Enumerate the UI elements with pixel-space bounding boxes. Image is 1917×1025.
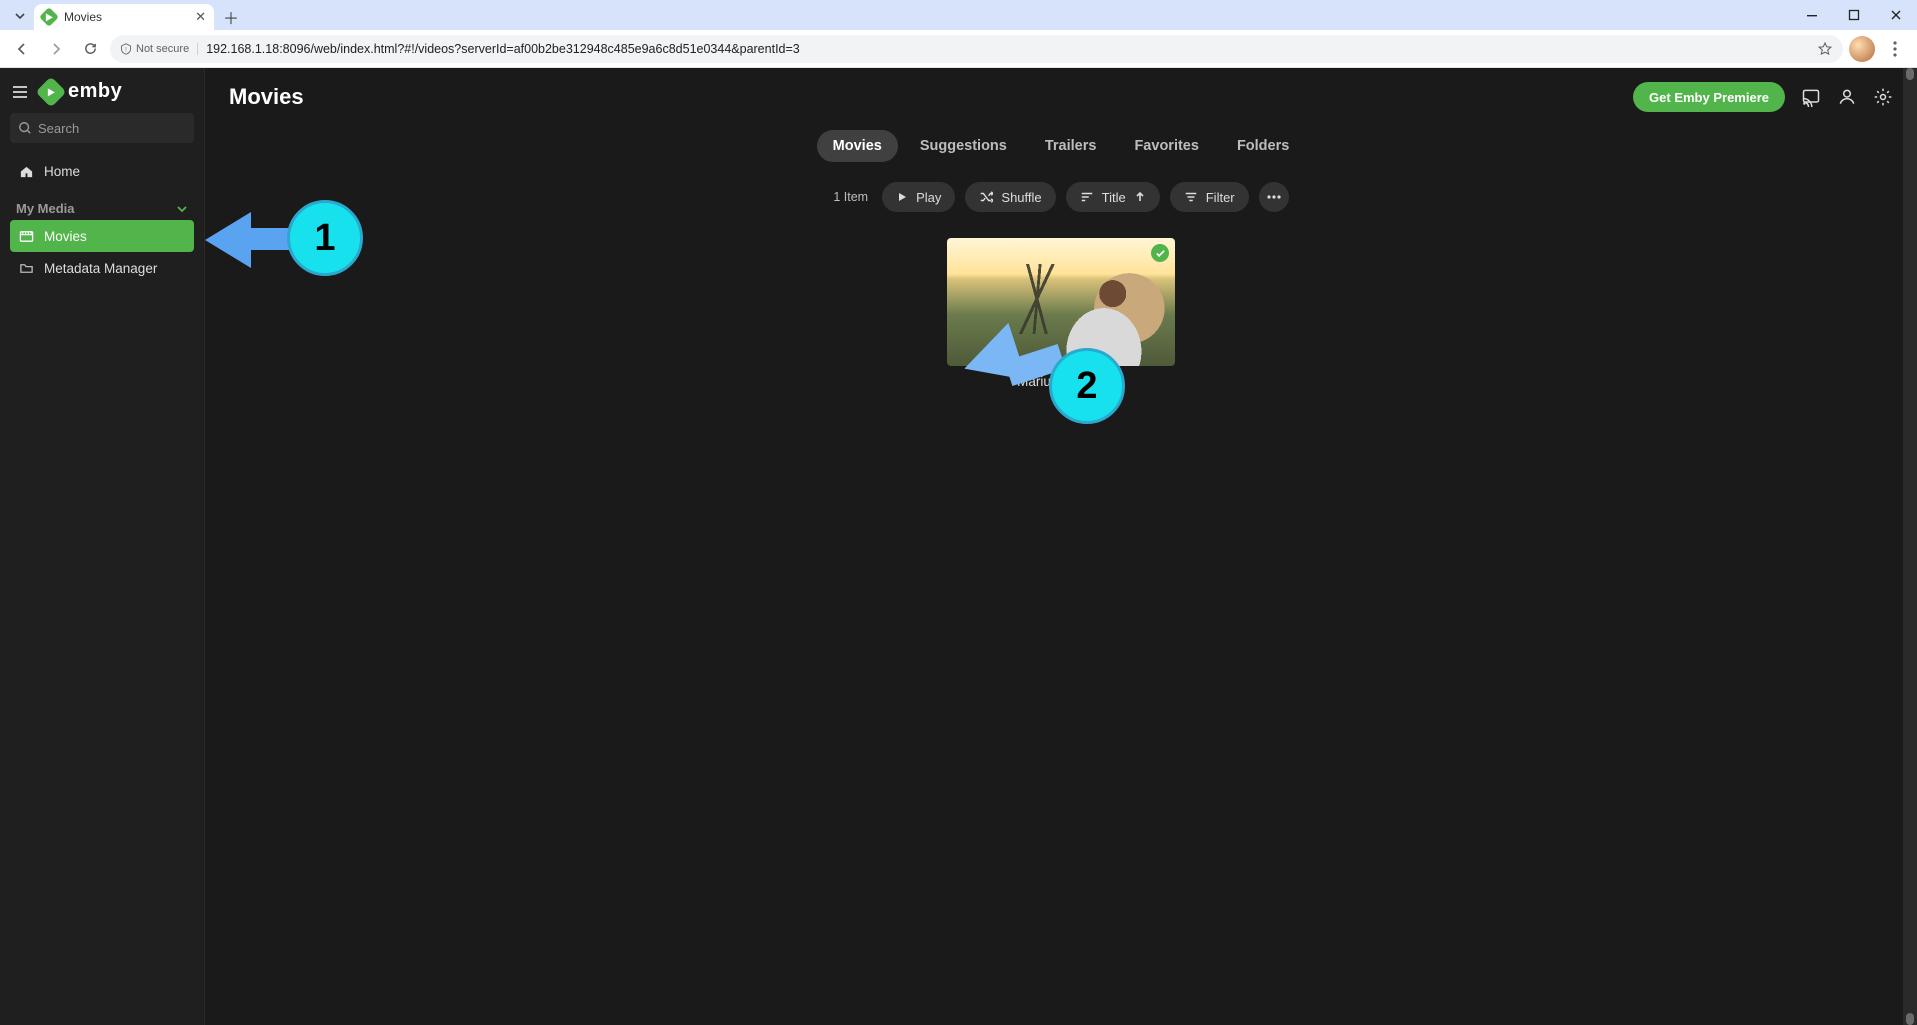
window-minimize-button[interactable] xyxy=(1791,0,1833,30)
address-bar[interactable]: ! Not secure 192.168.1.18:8096/web/index… xyxy=(110,35,1843,63)
chevron-down-icon xyxy=(176,203,188,215)
tab-favorites[interactable]: Favorites xyxy=(1118,130,1214,162)
play-icon xyxy=(896,191,908,203)
nav-back-button[interactable] xyxy=(8,35,36,63)
sidebar-section-mymedia[interactable]: My Media xyxy=(10,201,194,216)
vertical-scrollbar[interactable] xyxy=(1903,68,1917,1025)
emby-app: emby Search Home My Media Movies xyxy=(0,68,1917,1025)
browser-titlebar: Movies ✕ ＋ xyxy=(0,0,1917,30)
get-premiere-button[interactable]: Get Emby Premiere xyxy=(1633,82,1785,112)
sidebar-item-label: Metadata Manager xyxy=(44,261,157,276)
browser-tab[interactable]: Movies ✕ xyxy=(34,4,214,30)
watched-badge-icon xyxy=(1151,244,1169,262)
folder-icon xyxy=(18,261,34,276)
shuffle-label: Shuffle xyxy=(1001,190,1041,205)
tab-folders[interactable]: Folders xyxy=(1221,130,1305,162)
sort-icon xyxy=(1080,190,1094,204)
tab-close-icon[interactable]: ✕ xyxy=(195,9,206,25)
movie-title: Marius hosting xyxy=(947,374,1175,389)
window-maximize-button[interactable] xyxy=(1833,0,1875,30)
gear-icon[interactable] xyxy=(1873,87,1893,107)
more-icon xyxy=(1267,195,1281,199)
brand-logo-icon xyxy=(35,76,66,107)
movie-card[interactable]: Marius hosting xyxy=(947,238,1175,389)
security-chip[interactable]: ! Not secure xyxy=(120,43,198,55)
tab-title: Movies xyxy=(64,10,102,24)
movie-icon xyxy=(18,229,34,244)
profile-avatar[interactable] xyxy=(1849,36,1875,62)
window-close-button[interactable] xyxy=(1875,0,1917,30)
more-button[interactable] xyxy=(1259,182,1289,212)
filter-icon xyxy=(1184,190,1198,204)
gallery: Marius hosting xyxy=(229,238,1893,389)
sidebar-item-movies[interactable]: Movies xyxy=(10,220,194,252)
user-icon[interactable] xyxy=(1837,87,1857,107)
sidebar-item-label: Movies xyxy=(44,229,87,244)
cast-icon[interactable] xyxy=(1801,87,1821,107)
item-count: 1 Item xyxy=(833,190,868,204)
main-content: Movies Get Emby Premiere Movies Suggesti… xyxy=(205,68,1917,1025)
brand-text: emby xyxy=(68,80,122,103)
new-tab-button[interactable]: ＋ xyxy=(218,4,244,30)
search-icon xyxy=(18,121,32,135)
tab-trailers[interactable]: Trailers xyxy=(1029,130,1113,162)
sidebar-item-home[interactable]: Home xyxy=(10,155,194,187)
search-input[interactable]: Search xyxy=(10,113,194,143)
shuffle-button[interactable]: Shuffle xyxy=(965,182,1055,212)
nav-reload-button[interactable] xyxy=(76,35,104,63)
movie-thumbnail[interactable] xyxy=(947,238,1175,366)
nav-forward-button[interactable] xyxy=(42,35,70,63)
security-label: Not secure xyxy=(136,43,189,55)
sort-button[interactable]: Title xyxy=(1066,182,1160,212)
browser-toolbar: ! Not secure 192.168.1.18:8096/web/index… xyxy=(0,30,1917,68)
sort-label: Title xyxy=(1102,190,1126,205)
sidebar-section-label: My Media xyxy=(16,201,75,216)
sidebar-item-label: Home xyxy=(44,164,80,179)
shuffle-icon xyxy=(979,190,993,204)
page-title: Movies xyxy=(229,84,304,110)
tab-movies[interactable]: Movies xyxy=(817,130,898,162)
play-label: Play xyxy=(916,190,941,205)
library-controls: 1 Item Play Shuffle Title Filter xyxy=(229,182,1893,212)
topbar: Movies Get Emby Premiere xyxy=(229,82,1893,112)
browser-menu-button[interactable] xyxy=(1881,41,1909,57)
hamburger-icon[interactable] xyxy=(10,82,30,102)
search-placeholder: Search xyxy=(38,121,79,136)
library-tabs: Movies Suggestions Trailers Favorites Fo… xyxy=(229,130,1893,162)
tab-search-dropdown[interactable] xyxy=(10,6,30,26)
sidebar-item-metadata[interactable]: Metadata Manager xyxy=(10,252,194,284)
window-controls xyxy=(1791,0,1917,30)
bookmark-star-icon[interactable] xyxy=(1817,41,1833,57)
filter-button[interactable]: Filter xyxy=(1170,182,1249,212)
filter-label: Filter xyxy=(1206,190,1235,205)
tab-suggestions[interactable]: Suggestions xyxy=(904,130,1023,162)
home-icon xyxy=(18,164,34,179)
play-button[interactable]: Play xyxy=(882,182,955,212)
tab-favicon-icon xyxy=(42,10,56,24)
svg-text:!: ! xyxy=(125,47,127,53)
arrow-up-icon xyxy=(1134,191,1146,203)
sidebar: emby Search Home My Media Movies xyxy=(0,68,205,1025)
url-text: 192.168.1.18:8096/web/index.html?#!/vide… xyxy=(206,42,800,56)
brand[interactable]: emby xyxy=(40,80,122,103)
